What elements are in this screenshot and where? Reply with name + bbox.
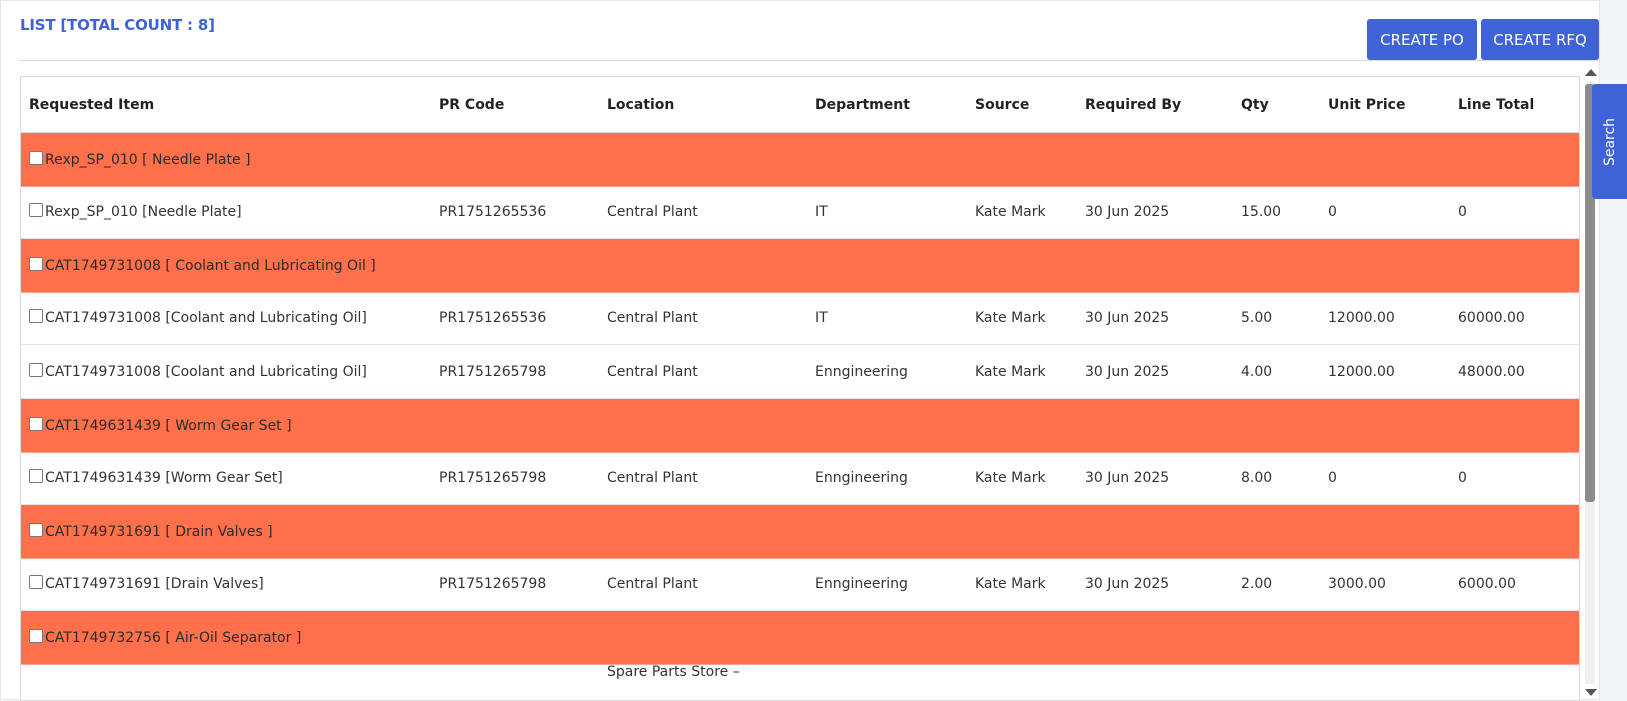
- location: Central Plant: [607, 364, 698, 380]
- source: Kate Mark: [975, 576, 1046, 592]
- unit-price: 0: [1328, 204, 1337, 220]
- requested-item: CAT1749731008 [Coolant and Lubricating O…: [45, 364, 367, 380]
- department: IT: [815, 204, 828, 220]
- unit-price: 12000.00: [1328, 364, 1395, 380]
- location: Spare Parts Store –: [607, 664, 740, 680]
- row-checkbox[interactable]: [29, 469, 43, 483]
- column-header-department[interactable]: Department: [815, 77, 965, 131]
- source: Kate Mark: [975, 204, 1046, 220]
- requested-item: CAT1749731008 [Coolant and Lubricating O…: [45, 310, 367, 326]
- line-total: 48000.00: [1458, 364, 1525, 380]
- list-title: LIST [TOTAL COUNT : 8]: [20, 16, 215, 34]
- location: Central Plant: [607, 470, 698, 486]
- table-row: Spare Parts Store –: [21, 663, 1579, 700]
- table-row: CAT1749631439 [Worm Gear Set] PR17512657…: [21, 451, 1579, 505]
- line-total: 6000.00: [1458, 576, 1516, 592]
- group-label: CAT1749732756 [ Air-Oil Separator ]: [45, 630, 302, 646]
- group-label: CAT1749631439 [ Worm Gear Set ]: [45, 418, 292, 434]
- required-by: 30 Jun 2025: [1085, 310, 1170, 326]
- pr-code: PR1751265536: [439, 310, 547, 326]
- unit-price: 12000.00: [1328, 310, 1395, 326]
- group-checkbox[interactable]: [29, 257, 43, 271]
- line-total: 60000.00: [1458, 310, 1525, 326]
- column-header-requested-item[interactable]: Requested Item: [29, 77, 429, 131]
- column-header-required-by[interactable]: Required By: [1085, 77, 1235, 131]
- create-po-button[interactable]: CREATE PO: [1367, 19, 1477, 60]
- requested-item: CAT1749631439 [Worm Gear Set]: [45, 470, 283, 486]
- table-row: CAT1749731691 [Drain Valves] PR175126579…: [21, 557, 1579, 611]
- requested-item: Rexp_SP_010 [Needle Plate]: [45, 204, 242, 220]
- column-header-line-total[interactable]: Line Total: [1458, 77, 1578, 131]
- source: Kate Mark: [975, 310, 1046, 326]
- location: Central Plant: [607, 576, 698, 592]
- group-row: CAT1749731008 [ Coolant and Lubricating …: [21, 239, 1579, 293]
- pr-code: PR1751265798: [439, 364, 547, 380]
- department: Enngineering: [815, 364, 908, 380]
- pr-code: PR1751265798: [439, 576, 547, 592]
- requisition-table: Requested Item PR Code Location Departme…: [20, 76, 1580, 701]
- create-rfq-button[interactable]: CREATE RFQ: [1481, 19, 1599, 60]
- location: Central Plant: [607, 204, 698, 220]
- qty: 8.00: [1241, 470, 1273, 486]
- column-header-unit-price[interactable]: Unit Price: [1328, 77, 1448, 131]
- line-total: 0: [1458, 470, 1467, 486]
- group-checkbox[interactable]: [29, 151, 43, 165]
- group-row: CAT1749631439 [ Worm Gear Set ]: [21, 399, 1579, 453]
- unit-price: 3000.00: [1328, 576, 1386, 592]
- group-row: CAT1749732756 [ Air-Oil Separator ]: [21, 611, 1579, 665]
- column-header-source[interactable]: Source: [975, 77, 1075, 131]
- row-checkbox[interactable]: [29, 575, 43, 589]
- required-by: 30 Jun 2025: [1085, 470, 1170, 486]
- requested-item: CAT1749731691 [Drain Valves]: [45, 576, 264, 592]
- table-row: Rexp_SP_010 [Needle Plate] PR1751265536 …: [21, 185, 1579, 239]
- line-total: 0: [1458, 204, 1467, 220]
- scroll-down-arrow-icon[interactable]: [1585, 689, 1597, 696]
- scroll-up-arrow-icon[interactable]: [1585, 69, 1597, 76]
- group-label: CAT1749731691 [ Drain Valves ]: [45, 524, 273, 540]
- unit-price: 0: [1328, 470, 1337, 486]
- list-panel: LIST [TOTAL COUNT : 8] CREATE PO CREATE …: [0, 0, 1600, 701]
- group-label: Rexp_SP_010 [ Needle Plate ]: [45, 152, 251, 168]
- required-by: 30 Jun 2025: [1085, 364, 1170, 380]
- group-row: Rexp_SP_010 [ Needle Plate ]: [21, 133, 1579, 187]
- qty: 2.00: [1241, 576, 1273, 592]
- source: Kate Mark: [975, 470, 1046, 486]
- group-checkbox[interactable]: [29, 417, 43, 431]
- qty: 5.00: [1241, 310, 1273, 326]
- qty: 15.00: [1241, 204, 1282, 220]
- table-row: CAT1749731008 [Coolant and Lubricating O…: [21, 345, 1579, 399]
- column-header-location[interactable]: Location: [607, 77, 807, 131]
- group-checkbox[interactable]: [29, 629, 43, 643]
- search-side-tab[interactable]: Search: [1592, 84, 1627, 199]
- department: Enngineering: [815, 576, 908, 592]
- department: Enngineering: [815, 470, 908, 486]
- column-header-qty[interactable]: Qty: [1241, 77, 1321, 131]
- pr-code: PR1751265536: [439, 204, 547, 220]
- group-checkbox[interactable]: [29, 523, 43, 537]
- group-row: CAT1749731691 [ Drain Valves ]: [21, 505, 1579, 559]
- table-row: CAT1749731008 [Coolant and Lubricating O…: [21, 291, 1579, 345]
- required-by: 30 Jun 2025: [1085, 576, 1170, 592]
- pr-code: PR1751265798: [439, 470, 547, 486]
- department: IT: [815, 310, 828, 326]
- source: Kate Mark: [975, 364, 1046, 380]
- column-header-pr-code[interactable]: PR Code: [439, 77, 599, 131]
- required-by: 30 Jun 2025: [1085, 204, 1170, 220]
- divider: [19, 60, 1599, 61]
- qty: 4.00: [1241, 364, 1273, 380]
- table-header: Requested Item PR Code Location Departme…: [21, 77, 1579, 133]
- location: Central Plant: [607, 310, 698, 326]
- search-tab-label: Search: [1601, 117, 1618, 166]
- row-checkbox[interactable]: [29, 203, 43, 217]
- row-checkbox[interactable]: [29, 363, 43, 377]
- row-checkbox[interactable]: [29, 309, 43, 323]
- group-label: CAT1749731008 [ Coolant and Lubricating …: [45, 258, 376, 274]
